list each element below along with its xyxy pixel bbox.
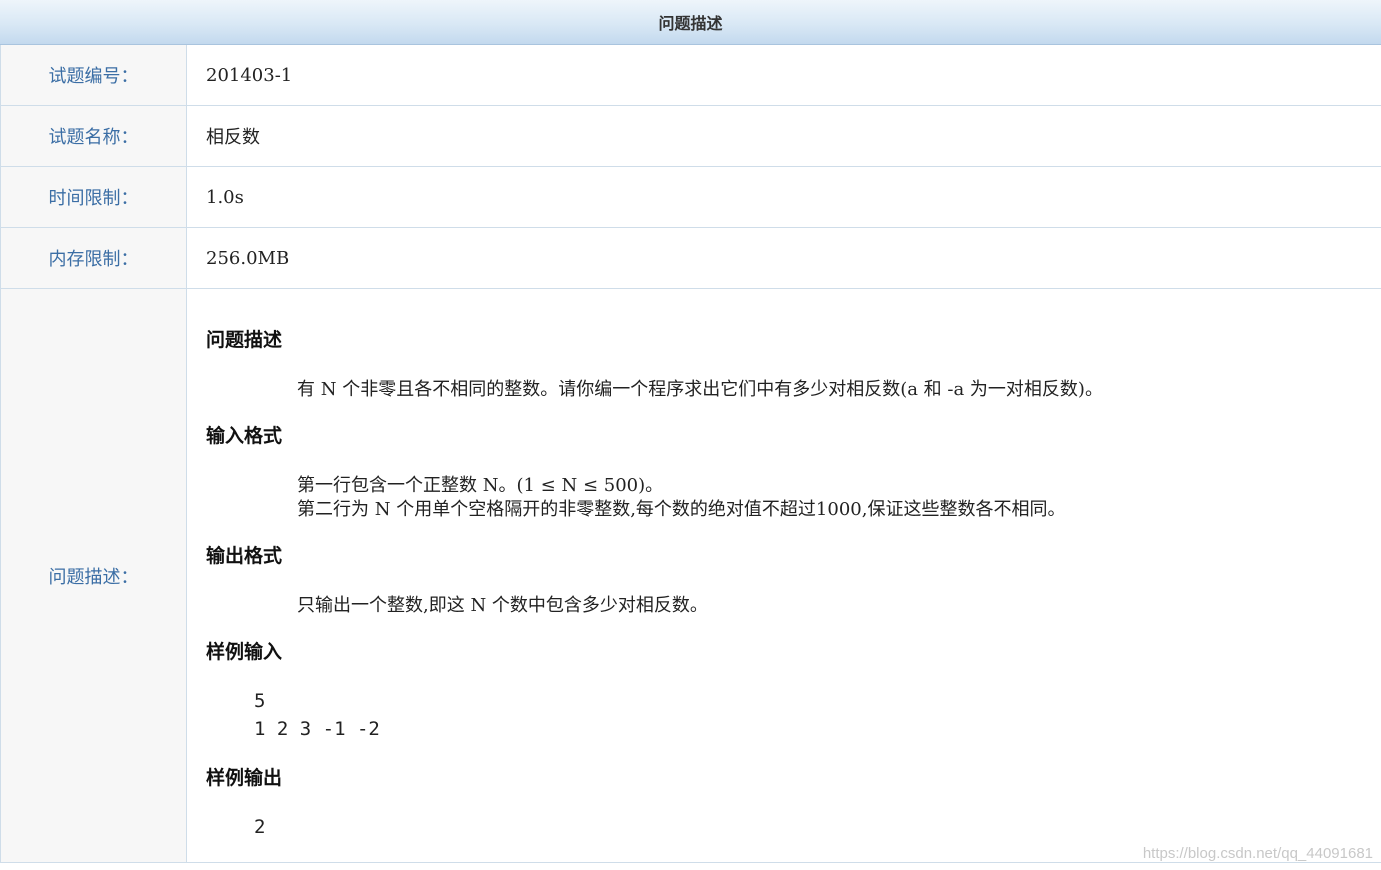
- value-problem-id: 201403-1: [206, 64, 293, 86]
- description-text: 有 N 个非零且各不相同的整数。请你编一个程序求出它们中有多少对相反数(a 和 …: [297, 379, 1103, 400]
- section-title-sample-input: 样例输入: [206, 641, 283, 663]
- value-time-limit: 1.0s: [206, 186, 244, 208]
- header-title: 问题描述: [658, 14, 723, 33]
- watermark-text: https://blog.csdn.net/qq_44091681: [1142, 845, 1373, 862]
- sample-input-line-2: 1 2 3 -1 -2: [254, 718, 380, 740]
- table-row-name: 试题名称： 相反数: [0, 106, 1381, 167]
- section-title-description: 问题描述: [206, 329, 283, 351]
- table-row-time-limit: 时间限制： 1.0s: [0, 167, 1381, 228]
- section-title-output-format: 输出格式: [206, 545, 283, 567]
- value-memory-limit: 256.0MB: [206, 247, 290, 269]
- page-header: 问题描述: [0, 0, 1381, 45]
- label-problem-id: 试题编号：: [0, 45, 187, 105]
- input-format-line-1: 第一行包含一个正整数 N。(1 ≤ N ≤ 500)。: [297, 475, 664, 496]
- label-time-limit: 时间限制：: [0, 167, 187, 227]
- table-row-description: 问题描述： 问题描述 有 N 个非零且各不相同的整数。请你编一个程序求出它们中有…: [0, 289, 1381, 863]
- section-title-sample-output: 样例输出: [206, 767, 283, 789]
- problem-info-table: 试题编号： 201403-1 试题名称： 相反数 时间限制： 1.0s 内存限制…: [0, 45, 1381, 863]
- sample-output-line-1: 2: [254, 816, 266, 838]
- label-memory-limit: 内存限制：: [0, 228, 187, 288]
- value-problem-name: 相反数: [206, 127, 260, 148]
- problem-content: 问题描述 有 N 个非零且各不相同的整数。请你编一个程序求出它们中有多少对相反数…: [187, 289, 1381, 862]
- label-problem-description: 问题描述：: [0, 289, 187, 862]
- input-format-line-2: 第二行为 N 个用单个空格隔开的非零整数,每个数的绝对值不超过1000,保证这些…: [297, 499, 1066, 520]
- label-problem-name: 试题名称：: [0, 106, 187, 166]
- sample-input-line-1: 5: [254, 690, 266, 712]
- table-row-id: 试题编号： 201403-1: [0, 45, 1381, 106]
- output-format-text: 只输出一个整数,即这 N 个数中包含多少对相反数。: [297, 595, 708, 616]
- section-title-input-format: 输入格式: [206, 425, 283, 447]
- table-row-memory-limit: 内存限制： 256.0MB: [0, 228, 1381, 289]
